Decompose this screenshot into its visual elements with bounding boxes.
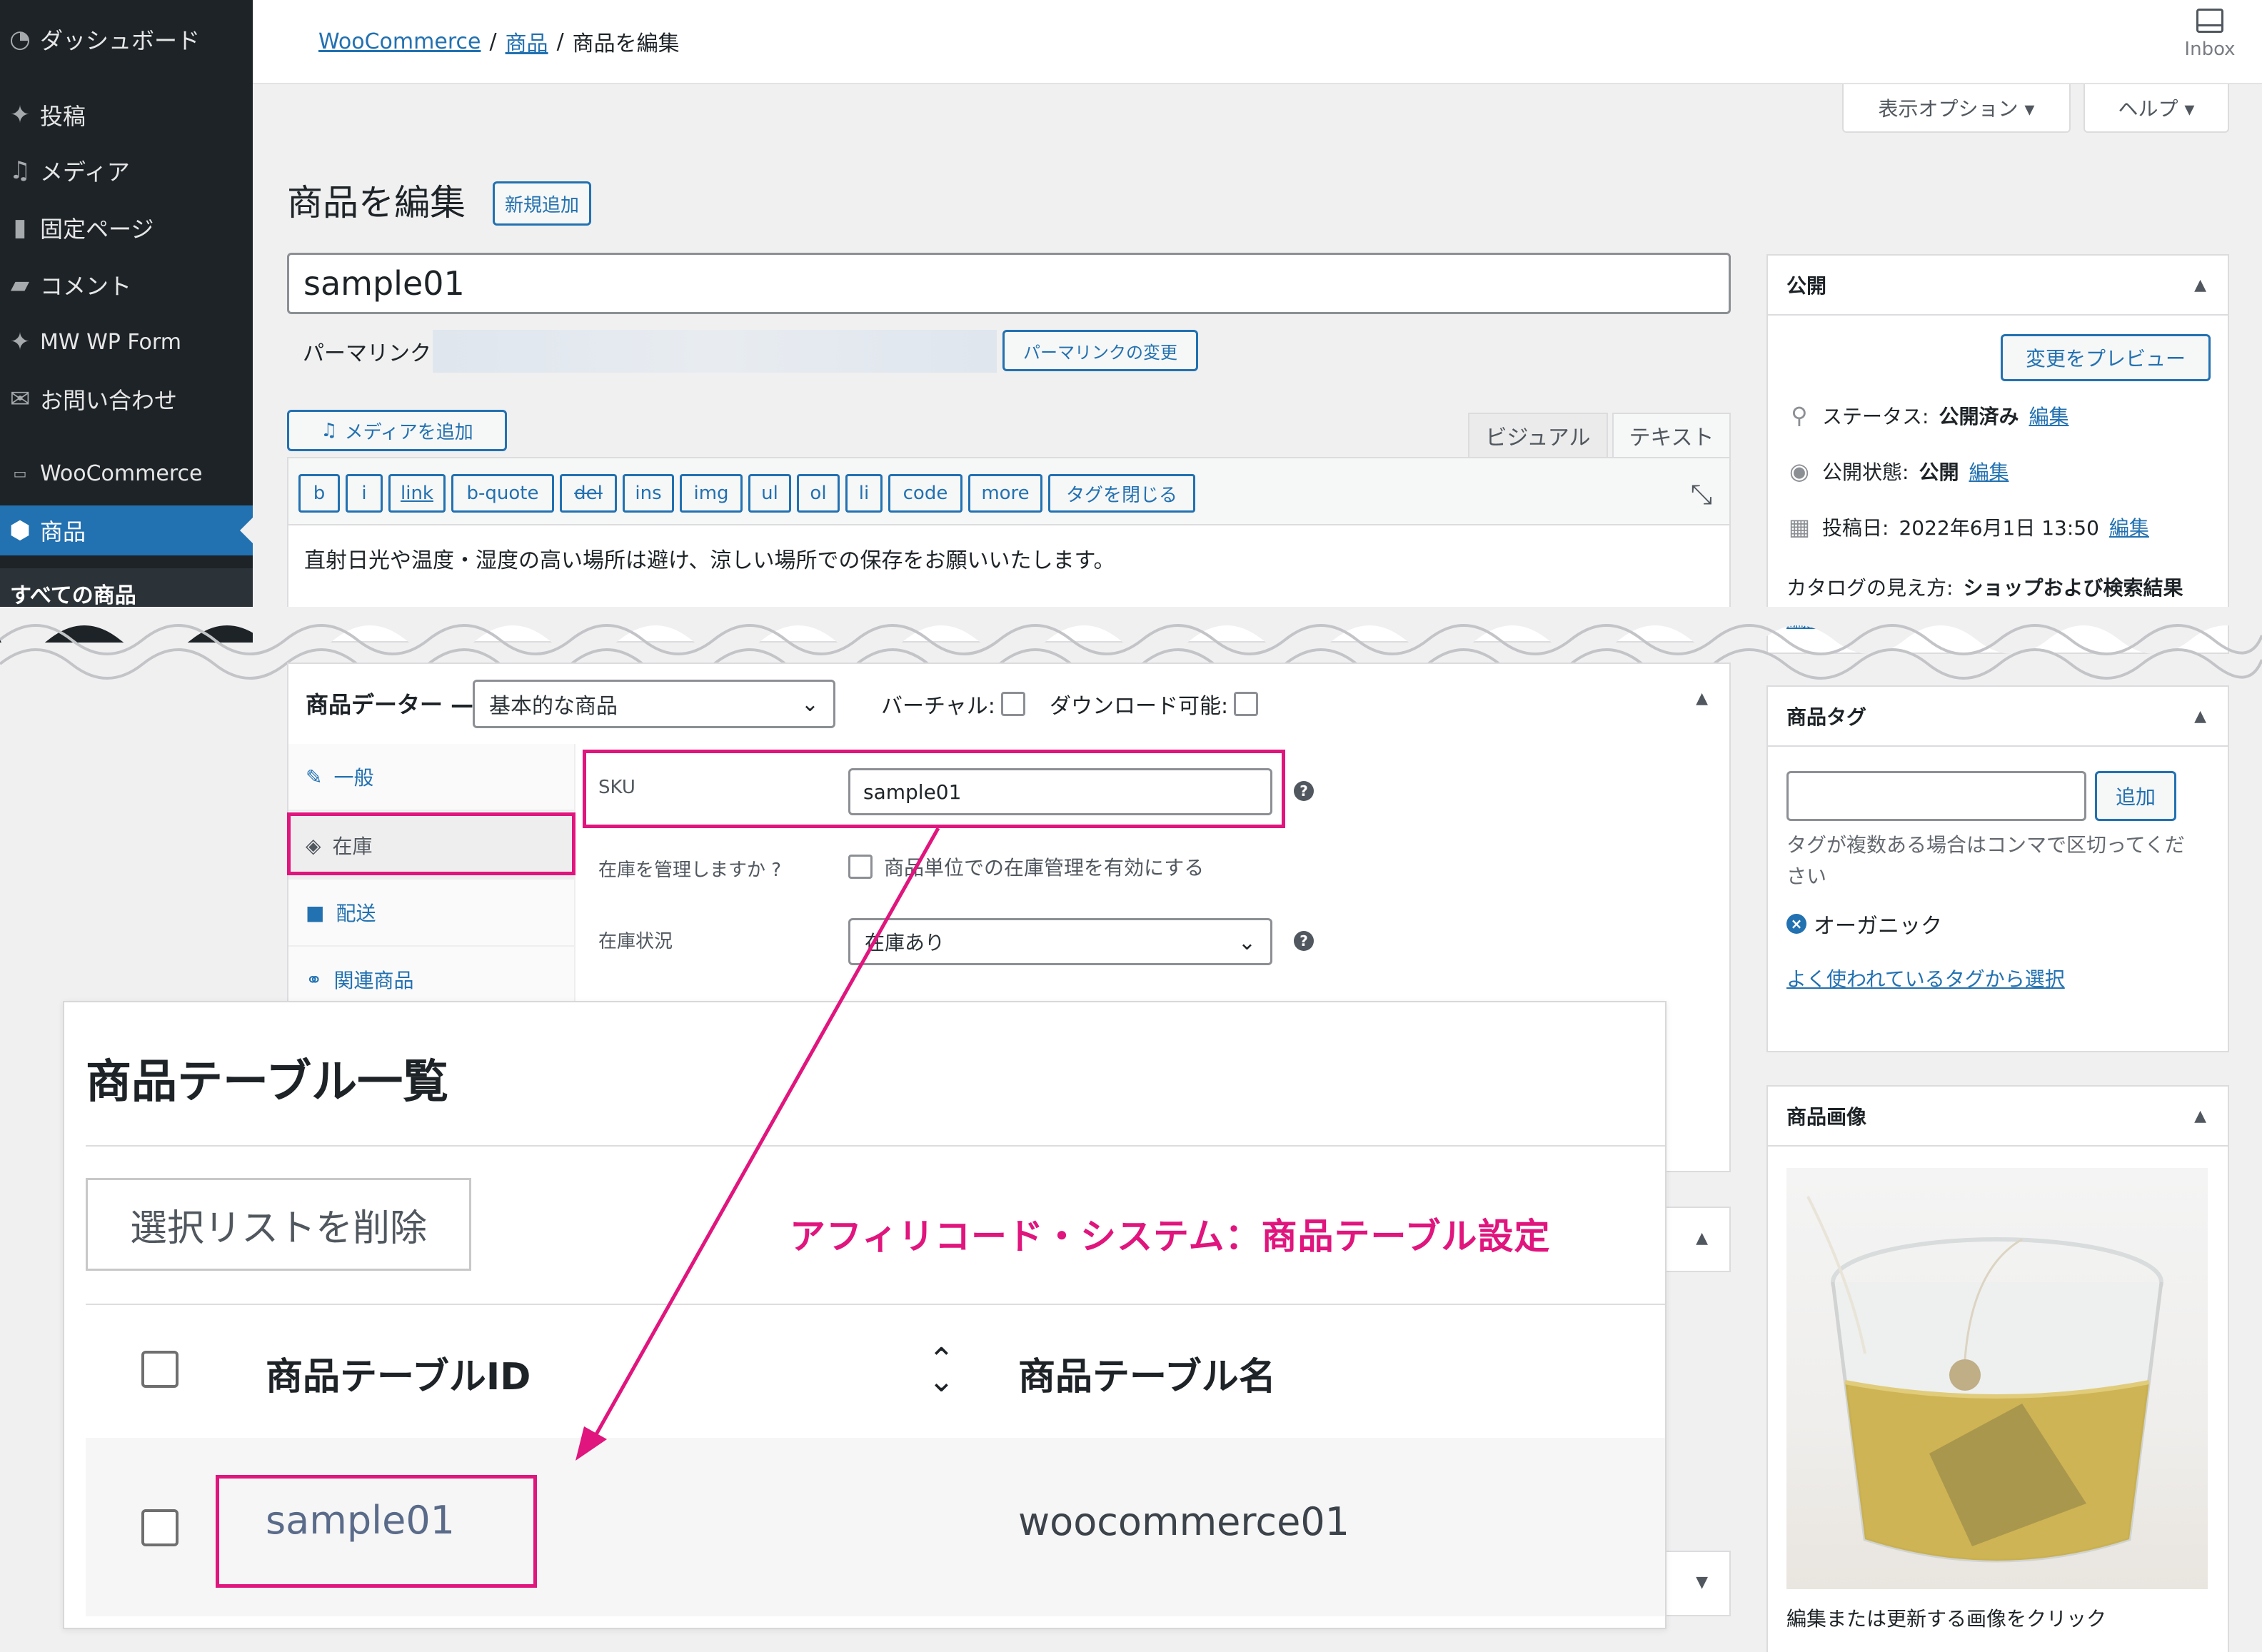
annotation-arrow bbox=[575, 827, 940, 1461]
